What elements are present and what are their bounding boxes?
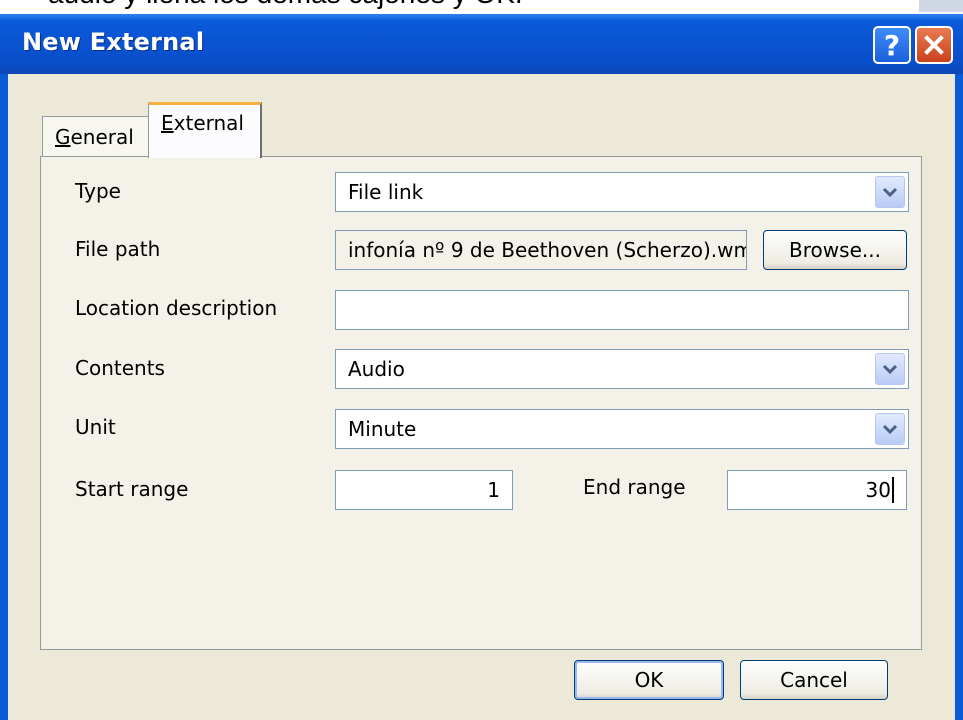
file-path-field[interactable]: infonía nº 9 de Beethoven (Scherzo).wma xyxy=(335,230,747,270)
tab-general[interactable]: General xyxy=(42,116,150,156)
dialog-title: New External xyxy=(22,28,205,56)
dialog-client-area: General External Type File link File pat… xyxy=(8,74,955,720)
tab-external[interactable]: External xyxy=(148,102,262,158)
help-icon: ? xyxy=(883,28,901,62)
browse-button-label: Browse... xyxy=(789,238,881,262)
close-icon xyxy=(924,35,944,55)
background-window: audio y llena los demás cajones y OK. xyxy=(0,0,963,14)
unit-label: Unit xyxy=(75,415,116,439)
chevron-down-icon xyxy=(882,187,898,198)
file-path-label: File path xyxy=(75,237,161,261)
help-button[interactable]: ? xyxy=(873,26,911,64)
start-range-label: Start range xyxy=(75,477,189,501)
type-label: Type xyxy=(75,179,121,203)
chevron-down-icon xyxy=(882,424,898,435)
close-button[interactable] xyxy=(915,26,953,64)
tab-external-label: External xyxy=(161,111,244,135)
contents-label: Contents xyxy=(75,356,165,380)
text-caret xyxy=(892,477,894,503)
unit-dropdown-button[interactable] xyxy=(875,413,905,445)
background-toolbar-fragment xyxy=(919,0,963,12)
type-combobox[interactable]: File link xyxy=(335,172,909,212)
end-range-input[interactable]: 30 xyxy=(727,470,907,510)
unit-combobox[interactable]: Minute xyxy=(335,409,909,449)
new-external-dialog: New External ? General External Type Fil… xyxy=(0,14,963,720)
end-range-value: 30 xyxy=(865,478,891,502)
external-tab-panel: Type File link File path infonía nº 9 de… xyxy=(40,156,922,650)
contents-combobox[interactable]: Audio xyxy=(335,349,909,389)
cancel-button-label: Cancel xyxy=(780,668,848,692)
title-bar[interactable]: New External ? xyxy=(0,14,963,74)
ok-button-label: OK xyxy=(634,668,664,692)
end-range-label: End range xyxy=(583,475,686,499)
start-range-input[interactable]: 1 xyxy=(335,470,513,510)
unit-value: Minute xyxy=(348,417,417,441)
start-range-value: 1 xyxy=(487,478,500,502)
contents-dropdown-button[interactable] xyxy=(875,353,905,385)
background-partial-text: audio y llena los demás cajones y OK. xyxy=(48,0,523,10)
chevron-down-icon xyxy=(882,364,898,375)
cancel-button[interactable]: Cancel xyxy=(740,660,888,700)
browse-button[interactable]: Browse... xyxy=(763,230,907,270)
type-value: File link xyxy=(348,180,424,204)
file-path-value: infonía nº 9 de Beethoven (Scherzo).wma xyxy=(348,238,747,262)
location-description-input[interactable] xyxy=(335,290,909,330)
type-dropdown-button[interactable] xyxy=(875,176,905,208)
ok-button[interactable]: OK xyxy=(574,660,724,700)
tab-general-label: General xyxy=(55,124,134,149)
contents-value: Audio xyxy=(348,357,405,381)
location-description-label: Location description xyxy=(75,296,278,320)
